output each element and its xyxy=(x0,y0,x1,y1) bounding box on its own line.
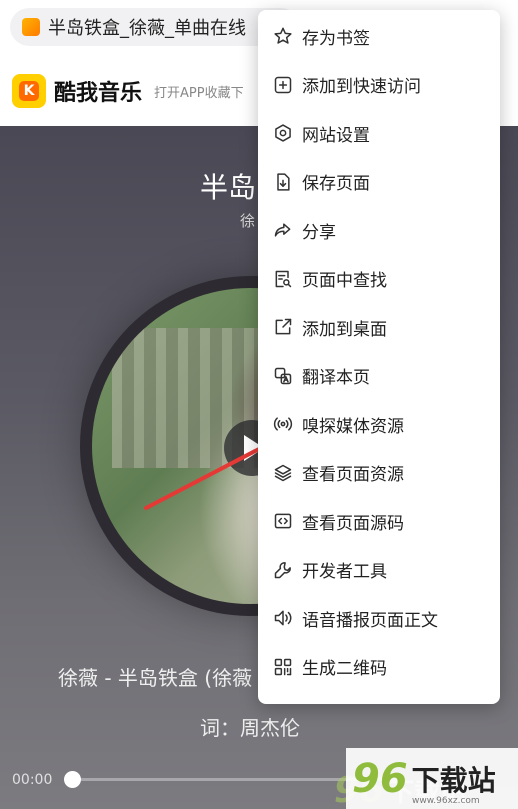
menu-item-read-aloud[interactable]: 语音播报页面正文 xyxy=(258,594,500,643)
star-icon xyxy=(272,25,294,47)
menu-item-sniff-media[interactable]: 嗅探媒体资源 xyxy=(258,400,500,449)
share-icon xyxy=(272,219,294,241)
menu-item-find-in-page[interactable]: 页面中查找 xyxy=(258,255,500,304)
plus-square-icon xyxy=(272,74,294,96)
save-page-icon xyxy=(272,171,294,193)
current-time: 00:00 xyxy=(12,772,53,788)
brand-name: 酷我音乐 xyxy=(54,81,143,106)
progress-handle[interactable] xyxy=(64,771,81,788)
menu-item-save-page[interactable]: 保存页面 xyxy=(258,158,500,207)
menu-item-translate[interactable]: 翻译本页 xyxy=(258,352,500,401)
find-in-page-icon xyxy=(272,268,294,290)
kuwo-logo-icon[interactable]: K xyxy=(12,74,46,108)
layers-icon xyxy=(272,462,294,484)
menu-item-bookmark[interactable]: 存为书签 xyxy=(258,12,500,61)
lyric-line: 徐薇 - 半岛铁盒 (徐薇 xyxy=(58,666,253,690)
menu-item-site-settings[interactable]: 网站设置 xyxy=(258,109,500,158)
menu-item-page-resources[interactable]: 查看页面资源 xyxy=(258,449,500,498)
site-watermark: 96 下载站 www.96xz.com xyxy=(346,748,518,809)
wrench-icon xyxy=(272,559,294,581)
add-to-desktop-icon xyxy=(272,316,294,338)
speaker-icon xyxy=(272,607,294,629)
address-field[interactable]: 半岛铁盒_徐薇_单曲在线 xyxy=(10,8,300,46)
song-title: 半岛 xyxy=(200,171,257,204)
qr-code-icon xyxy=(272,656,294,678)
song-artist: 徐 xyxy=(240,212,256,230)
open-app-link[interactable]: 打开APP收藏下 xyxy=(154,82,244,101)
menu-item-add-to-desktop[interactable]: 添加到桌面 xyxy=(258,303,500,352)
gear-icon xyxy=(272,122,294,144)
source-code-icon xyxy=(272,510,294,532)
menu-item-quick-access[interactable]: 添加到快速访问 xyxy=(258,61,500,110)
browser-context-menu: 存为书签 添加到快速访问 网站设置 保存页面 分享 页面中查找 添加到桌面 翻译… xyxy=(258,10,500,704)
lyric-line: 词：周杰伦 xyxy=(200,716,300,740)
media-sniff-icon xyxy=(272,413,294,435)
site-favicon-icon xyxy=(22,18,40,36)
menu-item-view-source[interactable]: 查看页面源码 xyxy=(258,497,500,546)
menu-item-share[interactable]: 分享 xyxy=(258,206,500,255)
translate-icon xyxy=(272,365,294,387)
menu-item-qr-code[interactable]: 生成二维码 xyxy=(258,643,500,692)
url-text: 半岛铁盒_徐薇_单曲在线 xyxy=(48,18,246,39)
menu-item-developer-tools[interactable]: 开发者工具 xyxy=(258,546,500,595)
